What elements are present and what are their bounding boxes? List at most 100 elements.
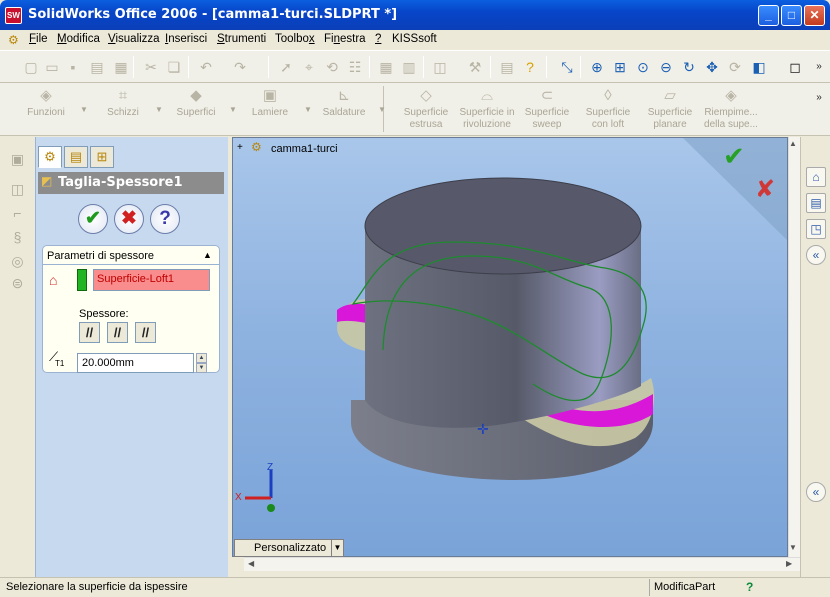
sketches-dropdown-icon[interactable]: ▼ [155,105,163,114]
menu-strumenti[interactable]: Strumenti [217,33,266,45]
menu-file[interactable]: File [29,33,48,45]
design-library-icon[interactable]: ▤ [806,193,826,213]
cut-icon[interactable]: ✂ [142,58,160,76]
surfaces-dropdown-icon[interactable]: ▼ [229,105,237,114]
sweep-icon[interactable]: ⌐ [9,205,26,222]
tab-configuration-manager[interactable]: ⊞ [90,146,114,168]
loft-icon[interactable]: § [9,229,26,246]
sheetmetal-group[interactable]: ▣ Lamiere [246,87,294,119]
confirm-check-icon[interactable]: ✔ [723,141,745,171]
menu-inserisci[interactable]: Inserisci [165,33,207,45]
tab-property-manager[interactable]: ▤ [64,146,88,168]
print-icon[interactable]: ▤ [88,58,106,76]
revolve-icon[interactable]: ◫ [9,181,26,198]
quick-tips-icon[interactable]: ? [746,580,760,594]
copy-icon[interactable]: ❏ [165,58,183,76]
zoom-in-out-icon[interactable]: ⊙ [634,58,652,76]
menu-help[interactable]: ? [375,33,381,45]
undo-icon[interactable]: ↶ [197,58,215,76]
shell-icon[interactable]: ◎ [9,253,26,270]
new-icon[interactable]: ▢ [22,58,40,76]
sketches-group[interactable]: ⌗ Schizzi [100,87,146,119]
select-icon[interactable]: ➚ [277,58,295,76]
vertical-scrollbar[interactable]: ▲ ▼ [788,137,800,557]
close-button[interactable]: ✕ [804,5,825,26]
tool-fill-surface[interactable]: ◈ Riempime... della supe... [700,87,762,131]
thicken-side1-button[interactable]: // [79,322,100,343]
tree-item-part[interactable]: camma1-turci [271,143,338,155]
thickness-input[interactable]: 20.000mm [77,353,194,373]
features-group[interactable]: ◈ Funzioni [22,87,70,119]
menu-finestra[interactable]: Finestra [324,33,366,45]
redo-icon[interactable]: ↷ [231,58,249,76]
menu-visualizza[interactable]: Visualizza [108,33,160,45]
scroll-up-icon[interactable]: ▲ [789,139,797,148]
tree-expand-icon[interactable]: + [237,142,243,153]
options-icon[interactable]: ☷ [346,58,364,76]
print-preview-icon[interactable]: ▦ [112,58,130,76]
view-orientation-icon[interactable]: ◧ [750,58,768,76]
sketch-line-icon[interactable]: ⤡ [558,58,576,76]
cancel-button[interactable]: ✖ [114,204,144,234]
tool-planar-surface[interactable]: ▱ Superficie planare [642,87,698,131]
toolbar-overflow-icon[interactable]: » [810,58,828,76]
help-button[interactable]: ? [150,204,180,234]
scroll-left-icon[interactable]: ◀ [248,559,254,568]
tool-loft-surface[interactable]: ◊ Superficie con loft [580,87,636,131]
grid-icon[interactable]: ▦ [377,58,395,76]
surfaces-group[interactable]: ◆ Superfici [172,87,220,119]
tool-revolved-surface[interactable]: ⌓ Superficie in rivoluzione [456,87,518,131]
home-icon[interactable]: ⌂ [806,167,826,187]
solidworks-app-icon[interactable]: SW [5,7,22,24]
expand-task-pane-icon[interactable]: « [806,482,826,502]
document-menu-icon[interactable]: ⚙ [8,33,19,47]
collapse-task-pane-icon[interactable]: « [806,245,826,265]
maximize-button[interactable]: □ [781,5,802,26]
minimize-button[interactable]: _ [758,5,779,26]
rotate-view-icon[interactable]: ↻ [680,58,698,76]
open-icon[interactable]: ▭ [43,58,61,76]
spin-down-button[interactable]: ▼ [196,363,207,373]
select-filter-icon[interactable]: ⌖ [300,58,318,76]
cylinder-top-face[interactable] [364,177,642,275]
horizontal-scrollbar[interactable]: ◀ ▶ [244,557,800,571]
save-icon[interactable]: ▪ [64,58,82,76]
menu-modifica[interactable]: Modifica [57,33,100,45]
toolbox-icon[interactable]: ⚒ [466,58,484,76]
roll-view-icon[interactable]: ⟳ [726,58,744,76]
display-style-icon[interactable]: ◻ [786,58,804,76]
weldments-dropdown-icon[interactable]: ▼ [378,105,386,114]
zoom-fit-icon[interactable]: ⊕ [588,58,606,76]
extrude-icon[interactable]: ▣ [9,151,26,168]
zoom-selection-icon[interactable]: ⊖ [657,58,675,76]
view-menu-dropdown[interactable]: Personalizzato ▼ [234,539,344,557]
scroll-down-icon[interactable]: ▼ [789,543,797,552]
file-explorer-icon[interactable]: ◳ [806,219,826,239]
properties-icon[interactable]: ▤ [498,58,516,76]
spin-up-button[interactable]: ▲ [196,353,207,363]
thicken-both-button[interactable]: // [107,322,128,343]
confirm-cancel-icon[interactable]: ✘ [755,176,775,203]
pattern-icon[interactable]: ⊜ [9,275,26,292]
tool-extruded-surface[interactable]: ◇ Superficie estrusa [397,87,455,131]
thicken-side2-button[interactable]: // [135,322,156,343]
collapse-icon[interactable]: ▲ [203,250,212,260]
photoworks-icon[interactable]: ◫ [431,58,449,76]
scroll-right-icon[interactable]: ▶ [786,559,792,568]
chevron-down-icon[interactable]: ▼ [331,540,343,556]
ok-button[interactable]: ✔ [78,204,108,234]
graphics-viewport[interactable]: ✔ ✘ ✛ Z X + ⚙ camma1-turci [232,137,788,557]
layout-icon[interactable]: ▥ [400,58,418,76]
features-dropdown-icon[interactable]: ▼ [80,105,88,114]
rebuild-icon[interactable]: ⟲ [323,58,341,76]
menu-toolbox[interactable]: Toolbox [275,33,315,45]
zoom-area-icon[interactable]: ⊞ [611,58,629,76]
tool-swept-surface[interactable]: ⊂ Superficie sweep [520,87,574,131]
help-icon[interactable]: ? [521,58,539,76]
surface-selection-box[interactable]: Superficie-Loft1 [93,269,210,291]
tab-feature-manager[interactable]: ⚙ [38,146,62,168]
menu-kisssoft[interactable]: KISSsoft [392,33,437,45]
command-overflow-icon[interactable]: » [810,89,828,107]
pan-icon[interactable]: ✥ [703,58,721,76]
sheetmetal-dropdown-icon[interactable]: ▼ [304,105,312,114]
